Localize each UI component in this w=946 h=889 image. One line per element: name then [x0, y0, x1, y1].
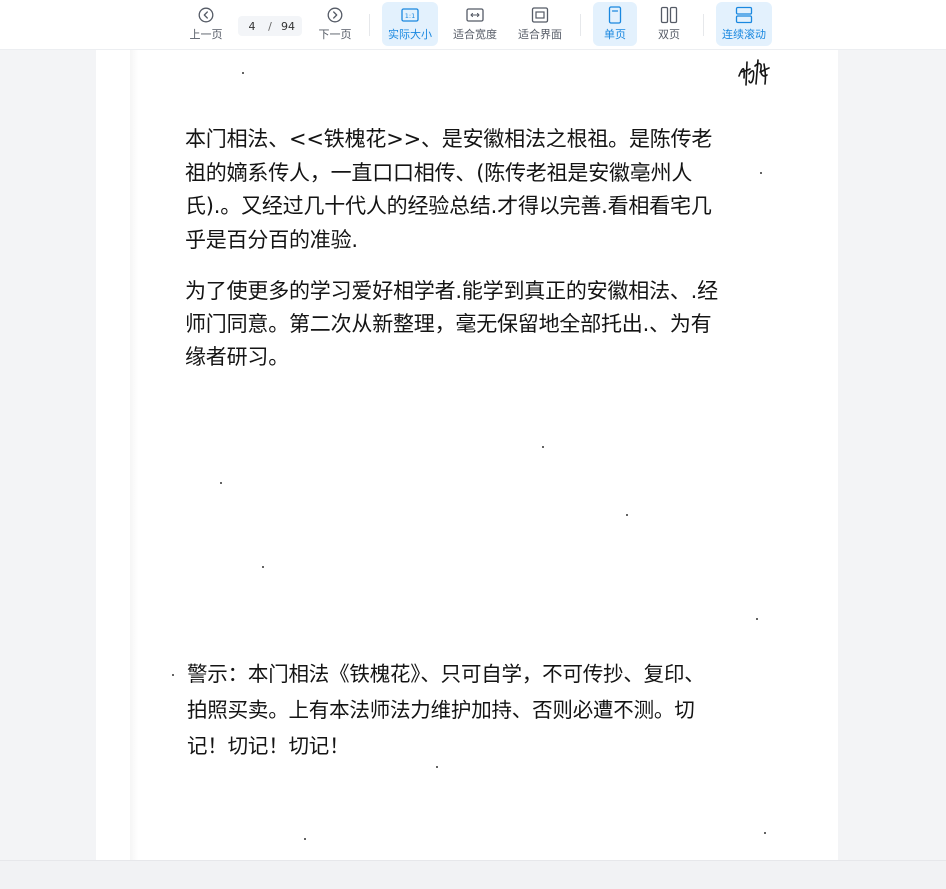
scan-speck [760, 172, 762, 174]
scan-speck [304, 838, 306, 840]
signature-icon [738, 59, 770, 86]
page-indicator: 4 / 94 [238, 16, 302, 36]
fit-width-label: 适合宽度 [453, 28, 497, 41]
current-page-input[interactable]: 4 [241, 20, 263, 33]
scan-speck [764, 832, 766, 834]
fit-width-button[interactable]: 适合宽度 [448, 2, 502, 46]
fit-page-button[interactable]: 适合界面 [513, 2, 567, 46]
document-paragraph: 本门相法、<<铁槐花>>、是安徽相法之根祖。是陈传老祖的嫡系传人，一直口口相传、… [185, 127, 713, 252]
scan-speck [542, 446, 544, 448]
document-paragraph: 为了使更多的学习爱好相学者.能学到真正的安徽相法、.经师门同意。第二次从新整理，… [185, 279, 718, 369]
svg-text:1:1: 1:1 [405, 12, 415, 20]
double-page-label: 双页 [658, 28, 680, 41]
fit-page-icon [530, 5, 550, 25]
continuous-scroll-button[interactable]: 连续滚动 [716, 2, 772, 46]
scan-speck [262, 566, 264, 568]
chevron-left-circle-icon [196, 5, 216, 25]
scan-speck [242, 72, 244, 74]
scan-speck [220, 482, 222, 484]
toolbar-divider [703, 14, 704, 36]
double-page-icon [659, 5, 679, 25]
scan-speck [172, 674, 174, 676]
continuous-scroll-label: 连续滚动 [722, 28, 766, 41]
actual-size-icon: 1:1 [400, 5, 420, 25]
actual-size-label: 实际大小 [388, 28, 432, 41]
total-pages: 94 [281, 19, 295, 33]
toolbar-divider [580, 14, 581, 36]
single-page-label: 单页 [604, 28, 626, 41]
chevron-right-circle-icon [325, 5, 345, 25]
next-page-button[interactable]: 下一页 [313, 2, 357, 46]
fit-width-icon [465, 5, 485, 25]
single-page-button[interactable]: 单页 [593, 2, 637, 46]
prev-page-label: 上一页 [189, 28, 223, 41]
scan-speck [436, 766, 438, 768]
scan-speck [626, 514, 628, 516]
double-page-button[interactable]: 双页 [647, 2, 691, 46]
scan-speck [756, 618, 758, 620]
next-page-label: 下一页 [318, 28, 352, 41]
fit-page-label: 适合界面 [518, 28, 562, 41]
viewer-toolbar: 上一页 4 / 94 下一页 1:1 实际大小 适合宽度 适合界面 单页 双页 … [0, 0, 946, 50]
scan-shadow [130, 50, 138, 860]
prev-page-button[interactable]: 上一页 [184, 2, 228, 46]
single-page-icon [605, 5, 625, 25]
toolbar-divider [369, 14, 370, 36]
actual-size-button[interactable]: 1:1 实际大小 [382, 2, 438, 46]
document-page: 本门相法、<<铁槐花>>、是安徽相法之根祖。是陈传老祖的嫡系传人，一直口口相传、… [96, 50, 838, 860]
continuous-scroll-icon [734, 5, 754, 25]
viewer-bottom-bar [0, 860, 946, 889]
warning-paragraph: 警示：本门相法《铁槐花》、只可自学，不可传抄、复印、拍照买卖。上有本法师法力维护… [187, 662, 705, 758]
page-separator: / [268, 19, 272, 33]
